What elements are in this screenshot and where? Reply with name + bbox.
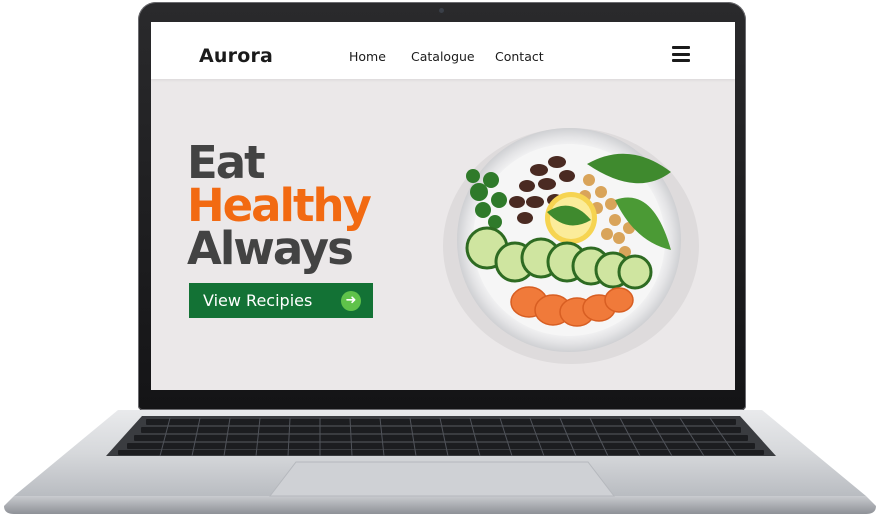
- view-recipes-button[interactable]: View Recipies ➜: [189, 283, 373, 318]
- webcam-icon: [439, 8, 444, 13]
- nav-catalogue-link[interactable]: Catalogue: [411, 49, 475, 64]
- brand-logo[interactable]: Aurora: [199, 45, 273, 67]
- nav-contact-link[interactable]: Contact: [495, 49, 544, 64]
- hamburger-icon[interactable]: [672, 46, 690, 62]
- navbar: Aurora Home Catalogue Contact: [151, 22, 735, 79]
- nav-home-link[interactable]: Home: [349, 49, 386, 64]
- arrow-right-icon: ➜: [341, 291, 361, 311]
- salad-bowl-image: [443, 128, 699, 364]
- laptop-screen: Aurora Home Catalogue Contact Eat Health…: [151, 22, 735, 390]
- view-recipes-label: View Recipies: [203, 291, 313, 310]
- hero-heading-line3: Always: [187, 222, 354, 275]
